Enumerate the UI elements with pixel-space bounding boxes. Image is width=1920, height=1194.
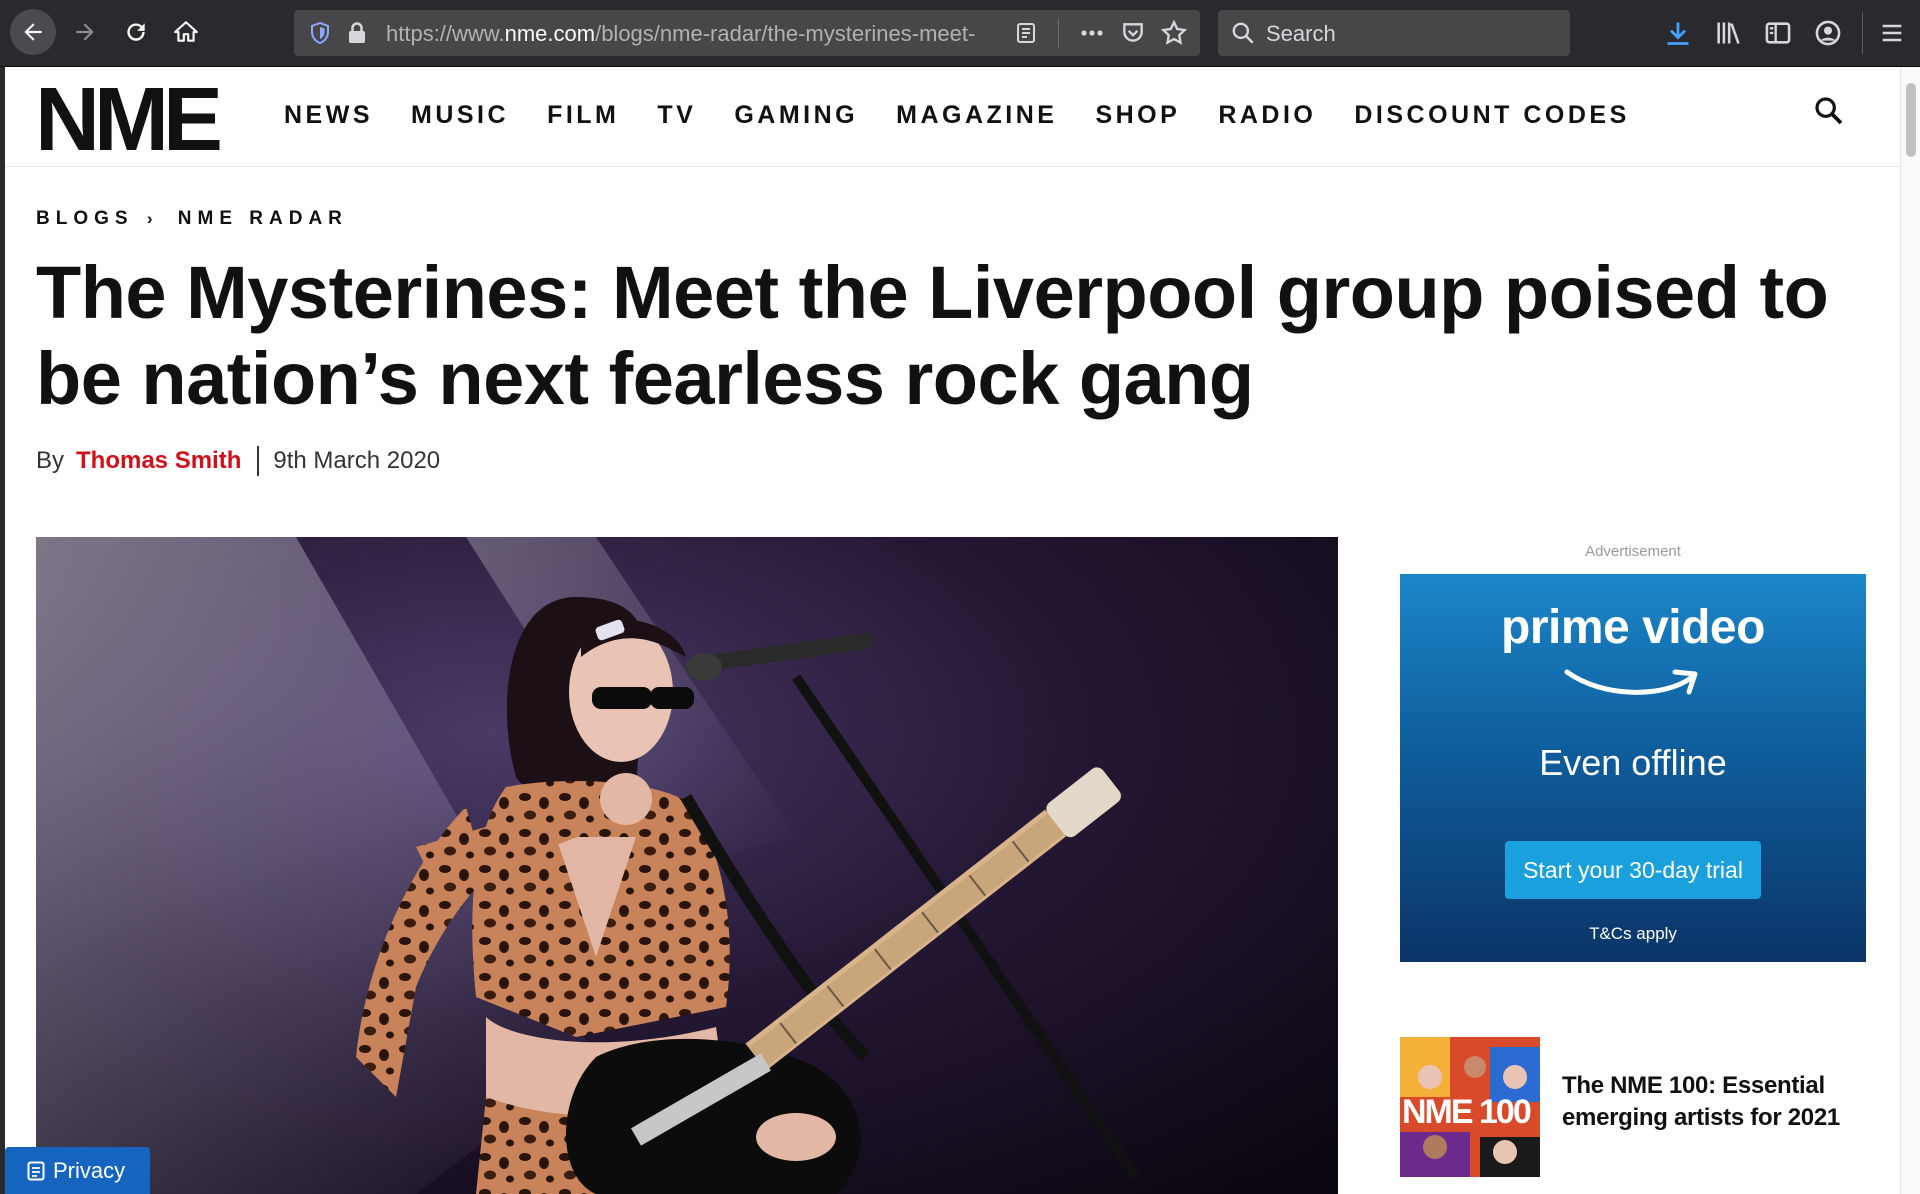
publish-date: 9th March 2020	[273, 447, 441, 474]
byline-prefix: By	[36, 447, 65, 474]
reader-view-icon[interactable]	[1014, 21, 1038, 45]
toolbar-divider	[1862, 12, 1863, 54]
byline: By Thomas Smith 9th March 2020	[36, 446, 440, 476]
author-link[interactable]: Thomas Smith	[76, 447, 241, 475]
nav-item-magazine[interactable]: MAGAZINE	[896, 101, 1057, 130]
nav-item-gaming[interactable]: GAMING	[734, 101, 858, 130]
search-bar[interactable]: Search	[1218, 10, 1570, 56]
nav-item-news[interactable]: NEWS	[284, 101, 373, 130]
home-icon	[174, 21, 198, 42]
account-icon[interactable]	[1814, 19, 1842, 47]
search-placeholder: Search	[1266, 21, 1336, 46]
breadcrumb: BLOGS › NME RADAR	[36, 208, 348, 230]
sidebar-toggle-icon[interactable]	[1764, 19, 1792, 47]
url-domain: nme.com	[504, 21, 596, 46]
start-trial-button[interactable]: Start your 30-day trial	[1505, 841, 1761, 899]
ad-tagline: Even offline	[1539, 742, 1727, 783]
download-icon[interactable]	[1664, 19, 1692, 47]
breadcrumb-separator: ›	[146, 209, 153, 228]
ad-brand: prime video	[1501, 601, 1765, 654]
star-icon[interactable]	[1160, 19, 1188, 47]
arrow-right-icon	[76, 23, 94, 41]
document-icon	[27, 1161, 45, 1180]
ad-terms: T&Cs apply	[1589, 924, 1677, 943]
lock-icon[interactable]	[346, 21, 368, 45]
nme100-collage: NME 100	[1400, 1037, 1540, 1177]
url-text[interactable]: https://www.nme.com/blogs/nme-radar/the-…	[386, 21, 996, 47]
url-prefix: https://www.	[386, 21, 505, 46]
thumb-overlay-text: NME 100	[1402, 1093, 1531, 1131]
pocket-icon[interactable]	[1120, 20, 1146, 46]
shield-icon[interactable]	[308, 21, 332, 45]
prime-video-ad[interactable]: prime video Even offline Start your 30-d…	[1400, 574, 1866, 962]
urlbar-divider	[1058, 18, 1059, 48]
reload-icon	[127, 23, 145, 41]
scrollbar-thumb[interactable]	[1906, 83, 1916, 157]
breadcrumb-nme-radar[interactable]: NME RADAR	[178, 208, 348, 229]
privacy-button[interactable]: Privacy	[5, 1147, 150, 1194]
nav-item-shop[interactable]: SHOP	[1095, 101, 1180, 130]
address-bar[interactable]: https://www.nme.com/blogs/nme-radar/the-…	[294, 10, 1200, 56]
nav-item-music[interactable]: MUSIC	[411, 101, 509, 130]
site-header: NME NEWS MUSIC FILM TV GAMING MAGAZINE S…	[5, 67, 1900, 167]
window-edge	[0, 67, 5, 1194]
article-headline: The Mysterines: Meet the Liverpool group…	[36, 251, 1829, 420]
performer-photo	[36, 537, 1338, 1194]
page-scrollbar[interactable]	[1900, 67, 1920, 1194]
more-actions-icon[interactable]	[1078, 21, 1106, 45]
site-search-icon[interactable]	[1813, 95, 1845, 127]
arrow-left-icon	[24, 23, 42, 41]
advertisement-label: Advertisement	[1585, 543, 1681, 560]
related-article-title[interactable]: The NME 100: Essential emerging artists …	[1562, 1070, 1862, 1134]
nav-item-discount-codes[interactable]: DISCOUNT CODES	[1354, 101, 1629, 130]
privacy-label: Privacy	[53, 1157, 126, 1183]
library-icon[interactable]	[1714, 19, 1742, 47]
breadcrumb-blogs[interactable]: BLOGS	[36, 208, 134, 229]
search-icon	[1232, 22, 1254, 44]
back-button[interactable]	[10, 9, 56, 55]
hamburger-menu-icon[interactable]	[1878, 19, 1906, 47]
related-article-thumbnail[interactable]: NME 100	[1400, 1037, 1540, 1177]
nme-logo[interactable]: NME	[35, 75, 223, 165]
home-button[interactable]	[163, 9, 209, 55]
reload-button[interactable]	[113, 9, 159, 55]
nav-item-radio[interactable]: RADIO	[1218, 101, 1316, 130]
nav-item-tv[interactable]: TV	[657, 101, 696, 130]
hero-image[interactable]	[36, 537, 1338, 1194]
browser-toolbar: https://www.nme.com/blogs/nme-radar/the-…	[0, 0, 1920, 67]
byline-divider	[257, 446, 260, 476]
main-nav: NEWS MUSIC FILM TV GAMING MAGAZINE SHOP …	[284, 101, 1668, 130]
smile-arrow-icon	[1564, 669, 1698, 695]
nav-item-film[interactable]: FILM	[547, 101, 619, 130]
url-path: /blogs/nme-radar/the-mysterines-meet-	[595, 21, 976, 46]
forward-button[interactable]	[62, 9, 108, 55]
